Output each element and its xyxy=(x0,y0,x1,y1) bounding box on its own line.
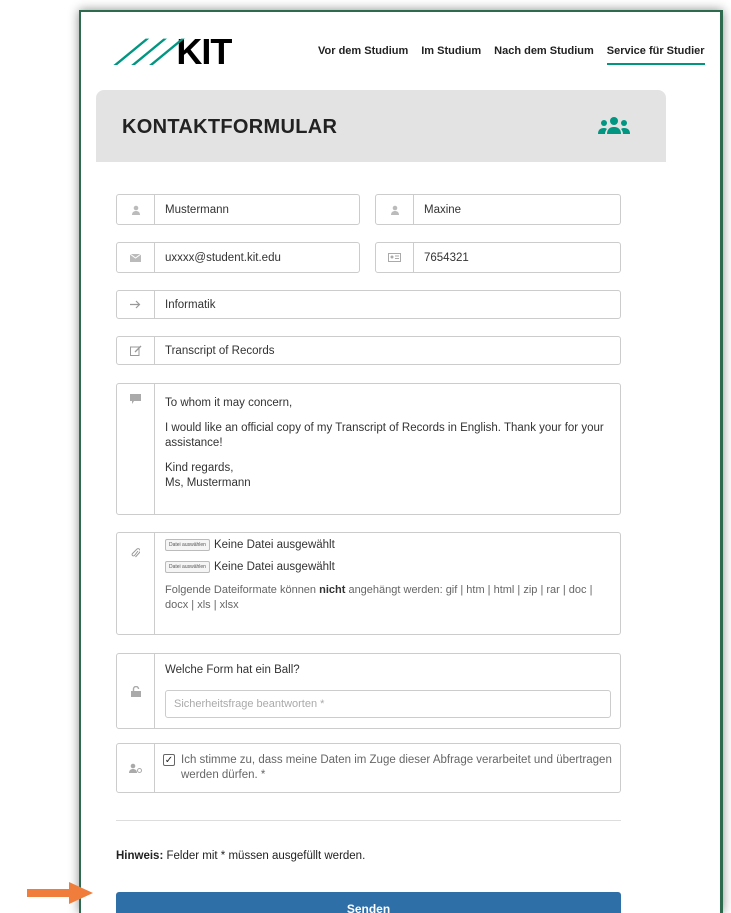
divider xyxy=(116,820,621,821)
security-question-box: Welche Form hat ein Ball? xyxy=(116,653,621,729)
matriculation-value: 7654321 xyxy=(424,251,469,264)
file-status: Keine Datei ausgewählt xyxy=(213,561,335,573)
security-question: Welche Form hat ein Ball? xyxy=(165,664,300,676)
last-name-value: Mustermann xyxy=(165,203,229,216)
user-privacy-icon xyxy=(117,744,155,792)
hint-text: Folgende Dateiformate können xyxy=(165,584,320,596)
message-line: Kind regards, xyxy=(165,462,234,474)
file-status: Keine Datei ausgewählt xyxy=(213,539,335,551)
user-icon xyxy=(376,195,414,224)
page-title: KONTAKTFORMULAR xyxy=(122,116,338,138)
submit-button[interactable]: Senden xyxy=(116,892,621,913)
message-line: Ms, Mustermann xyxy=(165,477,251,489)
main-nav: Vor dem Studium Im Studium Nach dem Stud… xyxy=(318,45,705,65)
matriculation-field[interactable]: 7654321 xyxy=(375,242,621,273)
security-answer-input[interactable] xyxy=(165,690,611,718)
kit-logo-mark: ⟋⟋⟋ xyxy=(112,34,180,72)
last-name-field[interactable]: Mustermann xyxy=(116,194,360,225)
kit-logo-text: KIT xyxy=(176,31,232,72)
file-format-hint: Folgende Dateiformate können nicht angeh… xyxy=(165,583,610,613)
subject-field[interactable]: Transcript of Records xyxy=(116,336,621,365)
nav-item-im-studium[interactable]: Im Studium xyxy=(421,45,481,65)
arrow-right-icon xyxy=(117,291,155,318)
attachment-box: Datei auswählen Keine Datei ausgewählt D… xyxy=(116,532,621,635)
id-card-icon xyxy=(376,243,414,272)
email-field[interactable]: uxxxx@student.kit.edu xyxy=(116,242,360,273)
consent-inner: ✓ Ich stimme zu, dass meine Daten im Zug… xyxy=(155,745,620,791)
choose-file-button[interactable]: Datei auswählen xyxy=(165,561,210,573)
field-of-study-field[interactable]: Informatik xyxy=(116,290,621,319)
nav-item-nach-dem-studium[interactable]: Nach dem Studium xyxy=(494,45,594,65)
file-input-2[interactable]: Datei auswählen Keine Datei ausgewählt xyxy=(165,561,610,573)
kit-logo[interactable]: ⟋⟋⟋KIT xyxy=(112,31,232,73)
email-value: uxxxx@student.kit.edu xyxy=(165,251,281,264)
security-inner: Welche Form hat ein Ball? xyxy=(155,654,621,728)
message-line: I would like an official copy of my Tran… xyxy=(165,422,604,449)
hint-bold: nicht xyxy=(319,584,346,596)
attachment-inner: Datei auswählen Keine Datei ausgewählt D… xyxy=(155,533,620,634)
user-icon xyxy=(117,195,155,224)
nav-item-service[interactable]: Service für Studier xyxy=(606,45,705,65)
browser-frame: ⟋⟋⟋KIT Vor dem Studium Im Studium Nach d… xyxy=(79,10,723,913)
message-text: To whom it may concern, I would like an … xyxy=(155,384,620,514)
subject-value: Transcript of Records xyxy=(165,344,275,357)
message-line: To whom it may concern, xyxy=(165,397,293,409)
edit-icon xyxy=(117,337,155,364)
consent-text: Ich stimme zu, dass meine Daten im Zuge … xyxy=(181,754,612,781)
field-of-study-value: Informatik xyxy=(165,298,216,311)
file-input-1[interactable]: Datei auswählen Keine Datei ausgewählt xyxy=(165,539,610,551)
envelope-icon xyxy=(117,243,155,272)
message-textarea[interactable]: To whom it may concern, I would like an … xyxy=(116,383,621,515)
note-label: Hinweis: xyxy=(116,850,164,862)
users-icon xyxy=(598,116,630,136)
nav-item-vor-dem-studium[interactable]: Vor dem Studium xyxy=(318,45,408,65)
consent-checkbox[interactable]: ✓ xyxy=(163,754,175,766)
first-name-value: Maxine xyxy=(424,203,462,216)
form-header: KONTAKTFORMULAR xyxy=(96,90,666,162)
annotation-arrow-icon xyxy=(27,882,107,904)
choose-file-button[interactable]: Datei auswählen xyxy=(165,539,210,551)
first-name-field[interactable]: Maxine xyxy=(375,194,621,225)
lock-icon xyxy=(117,654,155,728)
consent-box: ✓ Ich stimme zu, dass meine Daten im Zug… xyxy=(116,743,621,793)
required-note: Hinweis: Felder mit * müssen ausgefüllt … xyxy=(116,850,365,862)
note-text: Felder mit * müssen ausgefüllt werden. xyxy=(163,850,366,862)
comment-icon xyxy=(117,384,155,514)
paperclip-icon xyxy=(117,533,155,634)
